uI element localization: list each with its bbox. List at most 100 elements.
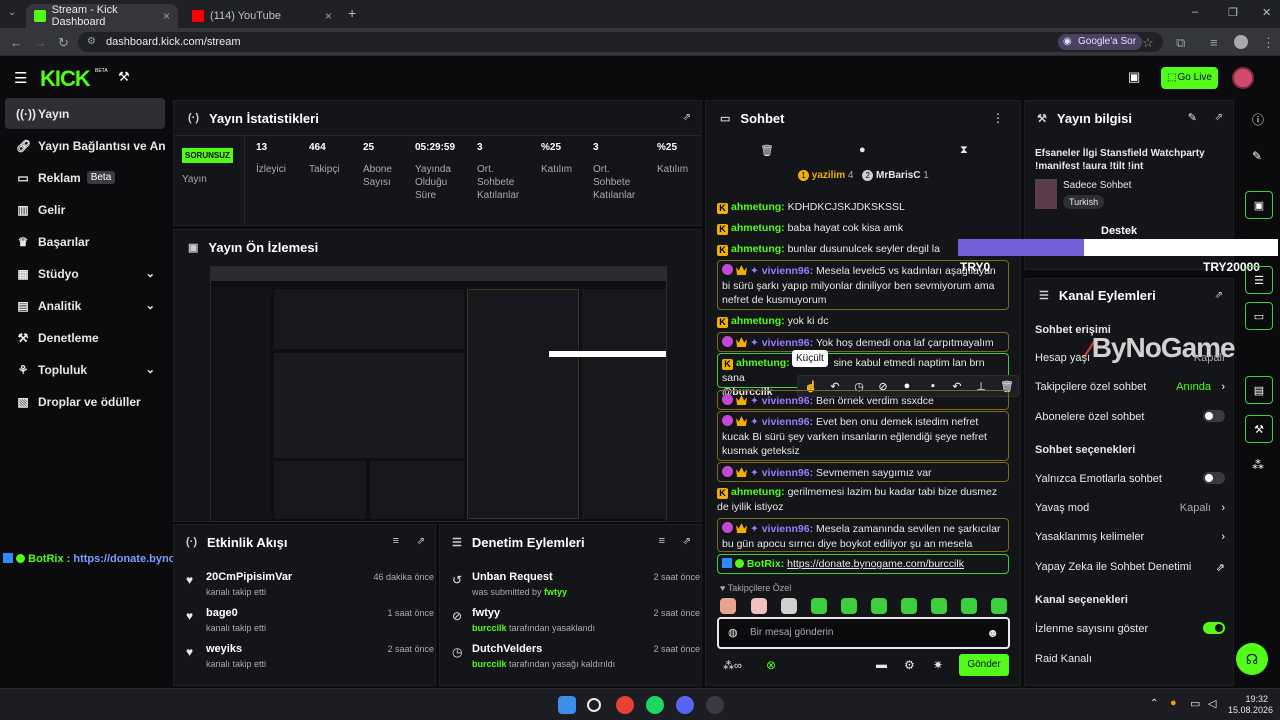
tab-search-icon[interactable]: ⌄ [8,7,16,18]
emote-5[interactable] [841,598,857,614]
send-button[interactable]: Gönder [959,654,1009,676]
stream-preview-video[interactable] [210,266,667,522]
trash-icon[interactable]: 🗑︎ [760,144,774,157]
rail-button-preview[interactable]: ▣ [1245,191,1273,219]
app-icon[interactable] [706,696,724,714]
chat-bubble-icon[interactable]: ● [859,144,866,156]
sidebar-item-stream-key[interactable]: 🔗︎ Yayın Bağlantısı ve Anahtar [5,130,165,161]
badge-icon[interactable]: ✷ [933,658,943,672]
popout-icon[interactable]: ⇗ [417,536,425,547]
support-button[interactable]: ☊ [1236,643,1268,675]
rail-button-stats[interactable]: ▤ [1245,376,1273,404]
restore-icon[interactable]: ❐ [1228,6,1238,19]
google-sor-button[interactable]: ◉ Google'a Sor [1058,34,1143,50]
sidebar-item-denetleme[interactable]: ⚒ Denetleme [5,322,165,353]
sidebar-item-yayin[interactable]: ((·)) Yayın [5,98,165,129]
settings-gear-icon[interactable]: ⚙ [904,658,915,672]
setting-subscribers-only[interactable]: Abonelere özel sohbet [1035,410,1225,423]
mic-icon[interactable]: ● [1170,697,1177,709]
theater-icon[interactable]: ▣ [1128,69,1140,85]
sidebar-item-topluluk[interactable]: ⚘ Topluluk ⌄ [5,354,165,385]
emote-9[interactable] [961,598,977,614]
emote-6[interactable] [871,598,887,614]
volume-icon[interactable]: ◁ [1208,697,1216,710]
filter-icon[interactable]: ≡ [659,535,665,547]
emote-10[interactable] [991,598,1007,614]
extensions-icon[interactable]: ⧉ [1176,35,1185,51]
search-icon[interactable] [587,698,601,712]
reload-icon[interactable]: ↻ [58,35,69,51]
windows-start-icon[interactable] [558,696,576,714]
setting-raid-channel[interactable]: Raid Kanalı [1035,653,1225,665]
setting-slow-mode[interactable]: Yavaş mod Kapalı › [1035,502,1225,514]
setting-banned-words[interactable]: Yasaklanmış kelimeler › [1035,531,1225,543]
edit-icon[interactable]: ✎ [1188,111,1197,124]
user-avatar[interactable] [1232,67,1254,89]
rail-button-chat[interactable]: ▭ [1245,302,1273,330]
edit-icon[interactable]: ✎ [1252,149,1262,163]
kick-logo[interactable]: KICK [40,66,91,92]
go-live-button[interactable]: ⬚ Go Live [1161,67,1218,89]
sidebar-item-gelir[interactable]: ▥ Gelir [5,194,165,225]
setting-followers-only[interactable]: Takipçilere özel sohbet Anında › [1035,381,1225,393]
emote-2[interactable] [751,598,767,614]
emote-4[interactable] [811,598,827,614]
info-icon[interactable]: ⓘ [1252,111,1264,128]
filter-icon[interactable]: ≡ [393,535,399,547]
setting-show-viewcount[interactable]: İzlenme sayısını göster [1035,622,1225,635]
spotify-icon[interactable] [646,696,664,714]
sidebar-item-analitik[interactable]: ▤ Analitik ⌄ [5,290,165,321]
sidebar-item-basarilar[interactable]: ♛ Başarılar [5,226,165,257]
popout-icon[interactable]: ⇗ [683,536,691,547]
forward-icon[interactable]: → [34,35,47,50]
toggle-switch[interactable] [1203,410,1225,422]
discord-icon[interactable] [676,696,694,714]
url-field[interactable]: ⚙ dashboard.kick.com/stream [78,32,1163,52]
tab-youtube[interactable]: (114) YouTube × [184,4,340,28]
tab-kick-dashboard[interactable]: Stream - Kick Dashboard × [26,4,178,28]
popout-icon[interactable]: ⇗ [1215,112,1223,123]
setting-account-age[interactable]: Hesap yaşı Kapalı [1035,352,1225,364]
new-tab-icon[interactable]: + [348,5,356,21]
kick-coin-icon[interactable]: ⊗ [766,658,776,672]
hamburger-icon[interactable]: ☰ [14,69,27,87]
network-icon[interactable]: ▭ [1190,697,1200,710]
points-icon[interactable]: ⁂∞ [723,659,742,672]
profile-avatar[interactable] [1234,35,1248,49]
emote-8[interactable] [931,598,947,614]
emoji-picker-icon[interactable]: ☻ [986,626,999,640]
emote-7[interactable] [901,598,917,614]
more-options-icon[interactable]: ⋮ [992,111,1004,125]
close-icon[interactable]: × [325,9,332,23]
rail-button-list[interactable]: ☰ [1245,266,1273,294]
hourglass-icon[interactable]: ⧗ [960,144,968,157]
popout-icon[interactable]: ⇗ [683,112,691,123]
toggle-switch[interactable] [1203,472,1225,484]
rail-button-tools[interactable]: ⚒ [1245,415,1273,443]
setting-emote-only[interactable]: Yalnızca Emotlarla sohbet [1035,472,1225,485]
sidebar-item-reklam[interactable]: ▭ Reklam Beta [5,162,165,193]
menu-icon[interactable]: ⋮ [1262,35,1275,51]
sidebar-item-studyo[interactable]: ▦ Stüdyo ⌄ [5,258,165,289]
popout-icon[interactable]: ⇗ [1215,290,1223,301]
clock[interactable]: 19:32 15.08.2026 [1228,694,1273,716]
tools-icon[interactable]: ⚒ [118,69,130,85]
emote-3[interactable] [781,598,797,614]
close-icon[interactable]: × [163,9,170,23]
tray-chevron-icon[interactable]: ⌃ [1150,698,1158,709]
back-icon[interactable]: ← [10,35,23,50]
bookmark-star-icon[interactable]: ☆ [1142,35,1154,51]
sidebar-item-droplar[interactable]: ▧ Droplar ve ödüller [5,386,165,417]
toggle-switch[interactable] [1203,622,1225,634]
chrome-icon[interactable] [616,696,634,714]
setting-ai-moderation[interactable]: Yapay Zeka ile Sohbet Denetimi ⇗ [1035,561,1225,574]
site-info-icon[interactable]: ⚙ [87,32,96,52]
apps-icon[interactable]: ⁂ [1252,458,1264,472]
chat-input[interactable]: ◍ Bir mesaj gönderin ☻ [717,617,1010,649]
reading-list-icon[interactable]: ≡ [1210,35,1218,50]
minimize-icon[interactable]: – [1192,6,1198,18]
chat-rules-icon[interactable]: ▬ [876,659,887,671]
list-item: ◷ DutchVelders burccilk tarafından yasağı … [452,643,700,669]
emote-1[interactable] [720,598,736,614]
close-window-icon[interactable]: ✕ [1262,6,1271,19]
